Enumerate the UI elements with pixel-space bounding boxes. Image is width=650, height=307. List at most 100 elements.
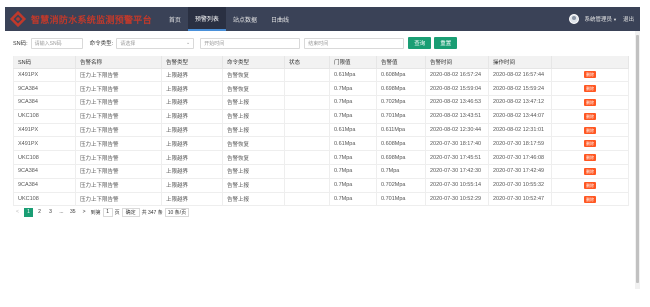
table-cell: 上限越界 bbox=[161, 178, 223, 193]
page-button[interactable]: 2 bbox=[35, 208, 44, 217]
table-row: 9CA384 压力上下限告警 上限越界 告警上报 0.7Mpa 0.7Mpa 2020-07… bbox=[13, 164, 629, 179]
table-cell: 上限越界 bbox=[161, 164, 223, 179]
action-cell: 删除 bbox=[551, 192, 629, 207]
table-cell: 0.7Mpa bbox=[329, 81, 377, 97]
table-cell: 0.7Mpa bbox=[329, 150, 377, 166]
table-cell: UKC108 bbox=[13, 192, 76, 207]
goto-page-input[interactable]: 1 bbox=[102, 207, 113, 217]
user-menu[interactable]: 系统管理员▼ bbox=[585, 15, 617, 23]
next-page-button[interactable]: > bbox=[80, 208, 89, 217]
page-size-select[interactable]: 10 条/页 bbox=[164, 207, 190, 217]
table-row: X491PX 压力上下限告警 上限越界 告警上报 0.61Mpa 0.611Mpa 2020… bbox=[13, 123, 629, 138]
table-cell: 2020-07-30 17:45:51 bbox=[425, 150, 489, 166]
delete-button[interactable]: 删除 bbox=[584, 167, 596, 175]
logout-link[interactable]: 退出 bbox=[623, 15, 634, 23]
table-cell: 9CA384 bbox=[13, 164, 76, 179]
table-cell: 2020-07-30 10:52:47 bbox=[488, 192, 552, 207]
table-cell: X491PX bbox=[13, 68, 76, 83]
table-cell: 2020-08-02 13:47:12 bbox=[488, 95, 552, 110]
nav-item-1[interactable]: 预警列表 bbox=[187, 7, 226, 31]
table-cell: 上限越界 bbox=[161, 68, 223, 83]
table-cell: 2020-07-30 18:17:59 bbox=[488, 136, 552, 152]
prev-page-button[interactable]: < bbox=[13, 208, 22, 217]
delete-button[interactable]: 删除 bbox=[584, 112, 596, 120]
table-cell bbox=[284, 192, 330, 207]
table-cell: 0.702Mpa bbox=[376, 95, 426, 110]
table-cell: 告警恢复 bbox=[222, 68, 285, 83]
table-cell: 上限越界 bbox=[161, 81, 223, 97]
delete-button[interactable]: 删除 bbox=[584, 140, 596, 148]
table-cell: 2020-08-02 13:44:07 bbox=[488, 109, 552, 124]
table-cell: 2020-08-02 13:43:51 bbox=[425, 109, 489, 124]
goto-confirm-button[interactable]: 确定 bbox=[121, 207, 140, 217]
table-cell: 告警上报 bbox=[222, 109, 285, 124]
table-cell: 2020-08-02 12:31:01 bbox=[488, 123, 552, 138]
delete-button[interactable]: 删除 bbox=[584, 71, 596, 79]
page-button[interactable]: 35 bbox=[68, 208, 78, 217]
table-cell: 2020-07-30 10:52:29 bbox=[425, 192, 489, 207]
table-cell bbox=[284, 136, 330, 152]
column-header: 门限值 bbox=[329, 56, 377, 69]
action-cell: 删除 bbox=[551, 178, 629, 193]
action-cell: 删除 bbox=[551, 150, 629, 166]
delete-button[interactable]: 删除 bbox=[584, 126, 596, 134]
table-cell: 压力上下限告警 bbox=[75, 164, 162, 179]
table-cell: 0.698Mpa bbox=[376, 150, 426, 166]
query-button[interactable]: 查询 bbox=[408, 37, 432, 49]
page-button[interactable]: 1 bbox=[24, 207, 33, 217]
table-row: X491PX 压力上下限告警 上限越界 告警恢复 0.61Mpa 0.608Mpa 2020… bbox=[13, 136, 629, 152]
table-cell: 上限越界 bbox=[161, 136, 223, 152]
nav-item-3[interactable]: 日曲线 bbox=[264, 7, 296, 31]
column-header: 告警名称 bbox=[75, 56, 162, 69]
table-cell: 0.7Mpa bbox=[329, 178, 377, 193]
table-cell: X491PX bbox=[13, 136, 76, 152]
cmd-type-select[interactable]: 请选择 ⌄ bbox=[116, 37, 195, 49]
column-header: 操作时间 bbox=[488, 56, 552, 69]
table-cell: 2020-08-02 16:57:24 bbox=[425, 68, 489, 83]
caret-down-icon: ▼ bbox=[613, 17, 617, 22]
table-cell: 0.702Mpa bbox=[376, 178, 426, 193]
nav-item-0[interactable]: 首页 bbox=[162, 7, 188, 31]
nav-item-2[interactable]: 站点数据 bbox=[226, 7, 264, 31]
action-cell: 删除 bbox=[551, 164, 629, 179]
delete-button[interactable]: 删除 bbox=[584, 98, 596, 106]
page-button[interactable]: 3 bbox=[46, 208, 55, 217]
delete-button[interactable]: 删除 bbox=[584, 195, 596, 203]
cmd-type-label: 命令类型: bbox=[89, 41, 114, 47]
column-header: 命令类型 bbox=[222, 56, 285, 69]
table-row: 9CA384 压力上下限告警 上限越界 告警恢复 0.7Mpa 0.698Mpa 2020-… bbox=[13, 81, 629, 97]
goto-label: 到第 bbox=[90, 209, 101, 216]
user-avatar[interactable] bbox=[568, 14, 579, 24]
table-cell: 压力上下限告警 bbox=[75, 192, 162, 207]
table-row: UKC108 压力上下限告警 上限越界 告警上报 0.7Mpa 0.701Mpa 2020-… bbox=[13, 109, 629, 124]
table-cell bbox=[284, 95, 330, 110]
column-header: 状态 bbox=[284, 56, 330, 69]
sn-label: SN码: bbox=[13, 41, 28, 47]
page-scrollbar[interactable] bbox=[635, 31, 640, 289]
table-cell: UKC108 bbox=[13, 109, 76, 124]
action-cell: 删除 bbox=[551, 81, 629, 97]
table-cell: 压力上下限告警 bbox=[75, 178, 162, 193]
user-area: 系统管理员▼ 退出 bbox=[568, 14, 634, 24]
delete-button[interactable]: 删除 bbox=[584, 154, 596, 162]
action-cell: 删除 bbox=[551, 68, 629, 83]
table-cell: 2020-07-30 10:55:14 bbox=[425, 178, 489, 193]
end-time-input[interactable]: 结束时间 bbox=[304, 37, 405, 49]
reset-button[interactable]: 重置 bbox=[434, 37, 458, 49]
table-cell: 0.608Mpa bbox=[376, 136, 426, 152]
table-cell: 0.701Mpa bbox=[376, 109, 426, 124]
table-cell: 2020-07-30 18:17:40 bbox=[425, 136, 489, 152]
table-cell: UKC108 bbox=[13, 150, 76, 166]
page-ellipsis: ... bbox=[59, 209, 64, 215]
delete-button[interactable]: 删除 bbox=[584, 85, 596, 93]
top-header: 智慧消防水系统监测预警平台 首页 预警列表 站点数据 日曲线 系统管理员▼ 退出 bbox=[5, 7, 640, 31]
action-cell: 删除 bbox=[551, 123, 629, 138]
table-cell: 压力上下限告警 bbox=[75, 81, 162, 97]
table-cell: 告警上报 bbox=[222, 95, 285, 110]
table-cell: 2020-07-30 17:42:49 bbox=[488, 164, 552, 179]
scroll-thumb[interactable] bbox=[636, 35, 639, 283]
start-time-input[interactable]: 开始时间 bbox=[200, 37, 301, 49]
sn-input[interactable]: 请输入SN码 bbox=[30, 37, 83, 49]
table-row: 9CA384 压力上下限告警 上限越界 告警上报 0.7Mpa 0.702Mpa 2020-… bbox=[13, 95, 629, 110]
delete-button[interactable]: 删除 bbox=[584, 181, 596, 189]
